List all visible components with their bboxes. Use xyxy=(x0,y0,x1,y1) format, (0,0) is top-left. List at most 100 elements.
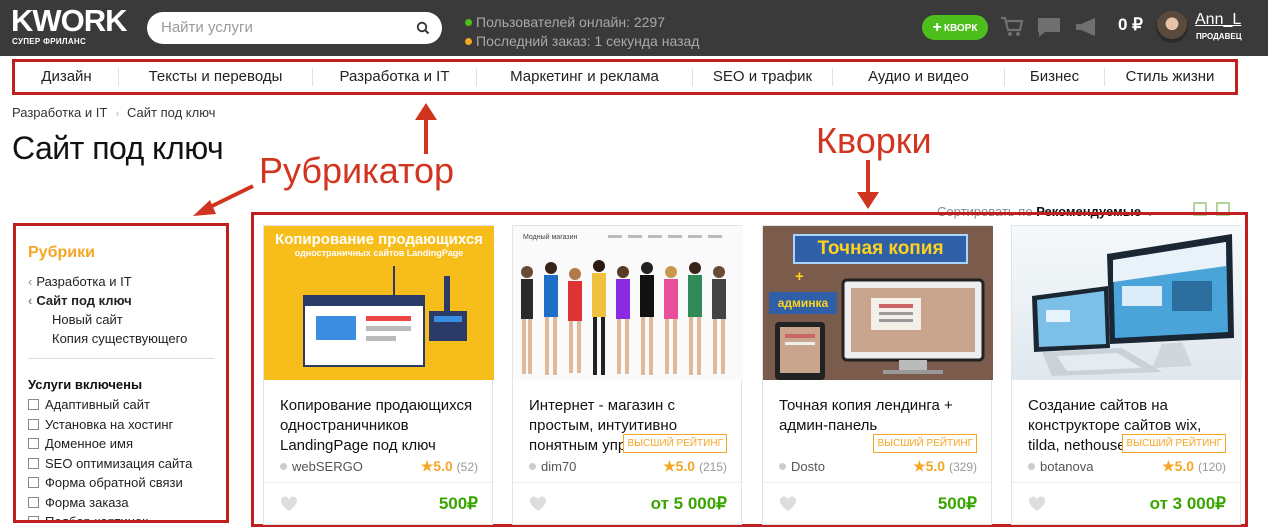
top-rating-badge: ВЫСШИЙ РЕЙТИНГ xyxy=(623,434,727,453)
heart-icon[interactable] xyxy=(779,496,797,512)
heart-icon[interactable] xyxy=(1028,496,1046,512)
sidebar-link-development[interactable]: ‹ Разработка и IT xyxy=(28,272,214,291)
checkbox-icon[interactable] xyxy=(28,418,39,430)
sidebar-link-new-site[interactable]: Новый сайт xyxy=(28,310,214,329)
thumb-title: Копирование продающихся xyxy=(275,231,483,248)
card-divider xyxy=(513,482,743,483)
nav-development[interactable]: Разработка и IT xyxy=(313,68,477,86)
filter-checkbox[interactable]: Форма обратной связи xyxy=(28,473,214,493)
nav-audio-video[interactable]: Аудио и видео xyxy=(833,68,1005,86)
order-dot xyxy=(465,38,472,45)
annotation-rubricator: Рубрикатор xyxy=(259,150,455,191)
username[interactable]: Ann_L xyxy=(1195,11,1241,29)
create-kwork-button[interactable]: + КВОРК xyxy=(922,15,988,40)
search-icon[interactable] xyxy=(416,21,430,35)
kwork-card[interactable]: Создание сайтов на конструкторе сайтов w… xyxy=(1011,225,1242,525)
kwork-card[interactable]: Модный магазин Интернет - магазин с прос… xyxy=(512,225,743,525)
card-author[interactable]: dim70 xyxy=(529,459,576,474)
create-kwork-label: КВОРК xyxy=(943,23,978,34)
nav-seo[interactable]: SEO и трафик xyxy=(693,68,833,86)
thumb-menu xyxy=(608,235,728,238)
card-thumbnail[interactable]: Копирование продающихся одностраничных с… xyxy=(264,226,494,380)
filter-checkbox[interactable]: Доменное имя xyxy=(28,434,214,454)
kwork-card[interactable]: Точная копия + админка Точная копия ленд… xyxy=(762,225,993,525)
page-title: Сайт под ключ xyxy=(12,130,224,166)
messages-icon[interactable] xyxy=(1036,16,1062,38)
filter-checkbox[interactable]: SEO оптимизация сайта xyxy=(28,454,214,474)
card-rating: ★5.0 (329) xyxy=(913,458,977,474)
category-nav: Дизайн Тексты и переводы Разработка и IT… xyxy=(12,59,1238,95)
nav-texts[interactable]: Тексты и переводы xyxy=(119,68,313,86)
balance[interactable]: 0 ₽ xyxy=(1118,15,1143,35)
devices-icon xyxy=(775,278,985,380)
user-role: ПРОДАВЕЦ xyxy=(1196,32,1242,41)
kwork-card[interactable]: Копирование продающихся одностраничных с… xyxy=(263,225,494,525)
rubricator-sidebar: Рубрики ‹ Разработка и IT ‹ Сайт под ключ … xyxy=(13,223,229,523)
card-price: 500₽ xyxy=(438,494,478,513)
checkbox-icon[interactable] xyxy=(28,496,39,508)
card-thumbnail[interactable] xyxy=(1012,226,1242,380)
card-author[interactable]: Dosto xyxy=(779,459,825,474)
sidebar-divider xyxy=(28,358,214,359)
card-price: от 3 000₽ xyxy=(1149,494,1226,513)
card-author[interactable]: webSERGO xyxy=(280,459,363,474)
card-author[interactable]: botanova xyxy=(1028,459,1094,474)
checkbox-icon[interactable] xyxy=(28,516,39,520)
card-rating: ★5.0 (52) xyxy=(420,458,478,474)
last-order: Последний заказ: 1 секунда назад xyxy=(476,33,700,49)
logo-subtitle: СУПЕР ФРИЛАНС xyxy=(12,37,87,46)
checkbox-icon[interactable] xyxy=(28,438,39,450)
card-rating: ★5.0 (120) xyxy=(1162,458,1226,474)
thumb-subtitle: одностраничных сайтов LandingPage xyxy=(294,248,464,258)
online-dot xyxy=(465,19,472,26)
filter-checkbox[interactable]: Установка на хостинг xyxy=(28,415,214,435)
notifications-icon[interactable] xyxy=(1074,16,1102,38)
kwork-logo[interactable]: KWORK xyxy=(11,5,128,36)
landing-illustration-icon xyxy=(303,266,467,367)
breadcrumb-link[interactable]: Разработка и IT xyxy=(12,105,107,120)
fashion-models-icon xyxy=(521,260,726,375)
top-rating-badge: ВЫСШИЙ РЕЙТИНГ xyxy=(873,434,977,453)
card-thumbnail[interactable]: Модный магазин xyxy=(513,226,743,380)
checkbox-icon[interactable] xyxy=(28,477,39,489)
card-thumbnail[interactable]: Точная копия + админка xyxy=(763,226,993,380)
top-header: KWORK СУПЕР ФРИЛАНС Пользователей онлайн… xyxy=(0,0,1268,56)
chevron-left-icon: ‹ xyxy=(28,293,33,308)
kworks-grid: Копирование продающихся одностраничных с… xyxy=(251,212,1248,527)
nav-business[interactable]: Бизнес xyxy=(1005,68,1105,86)
nav-design[interactable]: Дизайн xyxy=(15,68,119,86)
nav-lifestyle[interactable]: Стиль жизни xyxy=(1105,68,1235,86)
monitors-icon xyxy=(1032,234,1234,376)
card-divider xyxy=(264,482,494,483)
cart-icon[interactable] xyxy=(1000,16,1024,38)
site-stats: Пользователей онлайн: 2297 Последний зак… xyxy=(465,13,699,51)
nav-marketing[interactable]: Маркетинг и реклама xyxy=(477,68,693,86)
thumb-title: Точная копия xyxy=(793,234,968,264)
services-group-title: Услуги включены xyxy=(28,377,143,392)
card-title[interactable]: Копирование продающихся одностраничников… xyxy=(280,396,480,458)
breadcrumb: Разработка и IT › Сайт под ключ xyxy=(12,105,215,120)
online-users: Пользователей онлайн: 2297 xyxy=(476,14,665,30)
sidebar-link-copy-site[interactable]: Копия существующего xyxy=(28,329,214,348)
filter-checkbox[interactable]: Подбор картинок xyxy=(28,512,214,520)
sidebar-link-current[interactable]: ‹ Сайт под ключ xyxy=(28,291,214,310)
heart-icon[interactable] xyxy=(280,496,298,512)
sidebar-title: Рубрики xyxy=(28,244,95,261)
thumb-title: Модный магазин xyxy=(523,234,578,241)
filter-checkbox[interactable]: Адаптивный сайт xyxy=(28,395,214,415)
heart-icon[interactable] xyxy=(529,496,547,512)
checkbox-icon[interactable] xyxy=(28,399,39,411)
annotation-kworks: Кворки xyxy=(816,120,932,161)
search-input[interactable] xyxy=(161,19,411,36)
filter-checkbox[interactable]: Форма заказа xyxy=(28,493,214,513)
card-price: от 5 000₽ xyxy=(650,494,727,513)
card-divider xyxy=(1012,482,1242,483)
user-avatar[interactable] xyxy=(1156,11,1188,43)
card-divider xyxy=(763,482,993,483)
breadcrumb-chevron-icon: › xyxy=(115,108,120,120)
breadcrumb-current[interactable]: Сайт под ключ xyxy=(127,105,215,120)
checkbox-icon[interactable] xyxy=(28,457,39,469)
card-price: 500₽ xyxy=(937,494,977,513)
card-rating: ★5.0 (215) xyxy=(663,458,727,474)
top-rating-badge: ВЫСШИЙ РЕЙТИНГ xyxy=(1122,434,1226,453)
